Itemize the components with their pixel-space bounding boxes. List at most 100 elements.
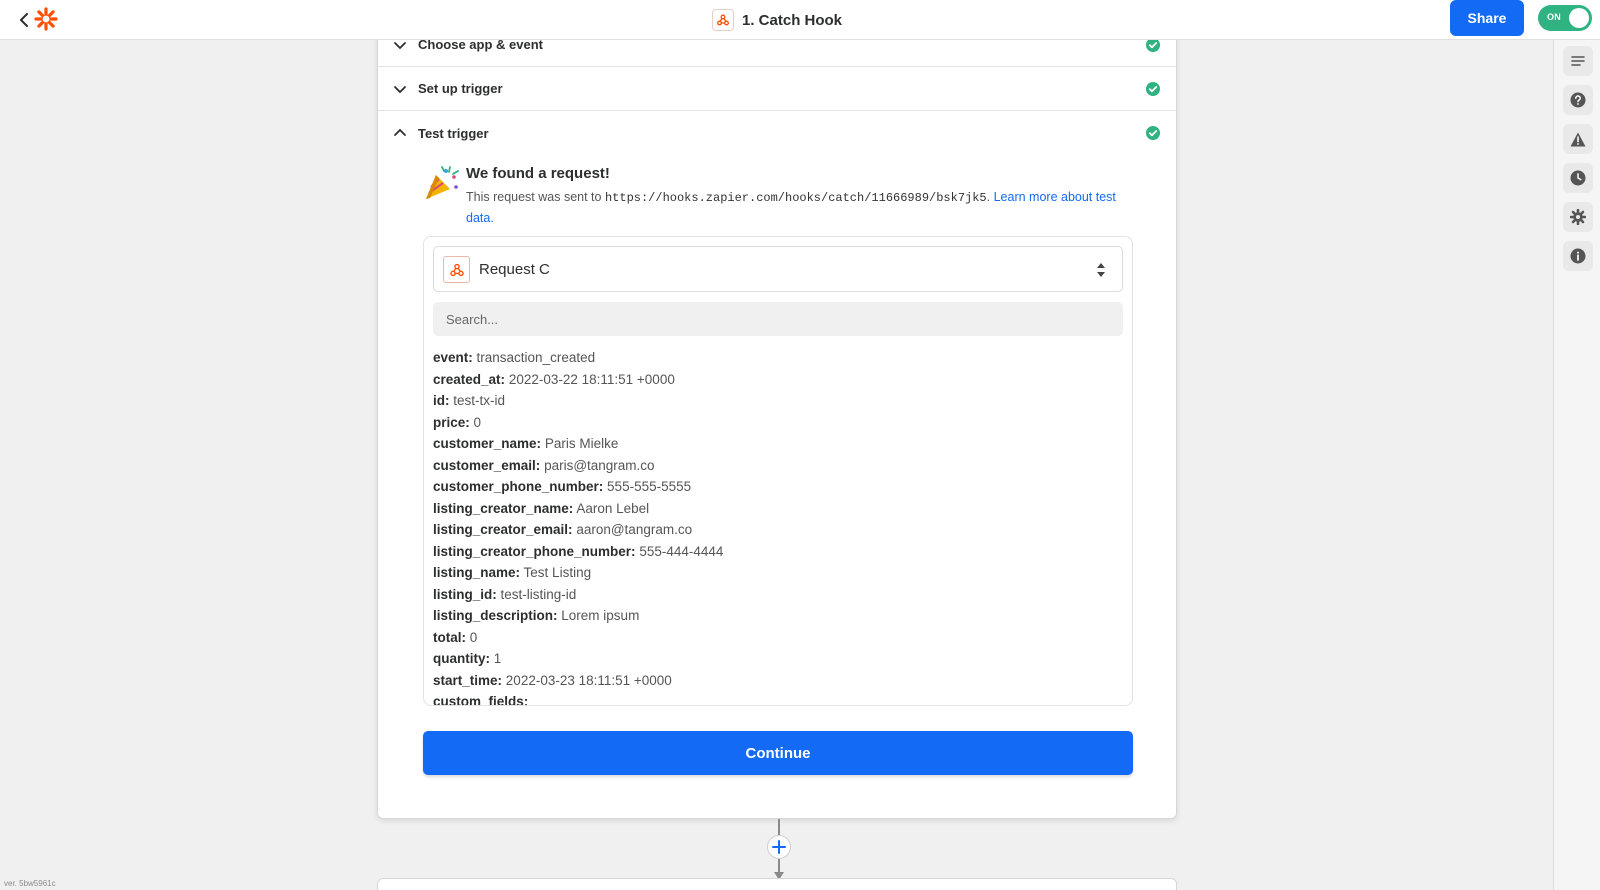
zapier-logo-icon[interactable] (34, 7, 58, 31)
field-key: price: (433, 414, 470, 430)
request-select-value: Request C (479, 261, 550, 278)
chevron-down-icon (394, 86, 406, 94)
field-row: event: transaction_created (433, 347, 1123, 369)
field-value: 1 (493, 651, 502, 666)
toggle-knob (1569, 8, 1589, 28)
field-row: quantity: 1 (433, 648, 1123, 670)
found-desc-text: This request was sent to (466, 190, 602, 204)
details-button[interactable] (1563, 241, 1593, 271)
field-value: test-listing-id (500, 586, 577, 602)
field-value: Lorem ipsum (561, 608, 640, 623)
field-key: listing_name: (433, 565, 521, 580)
search-input[interactable] (433, 302, 1123, 336)
request-fields-list: event: transaction_created created_at: 20… (433, 347, 1123, 706)
check-circle-icon (1146, 38, 1160, 52)
field-row: listing_id: test-listing-id (433, 584, 1123, 606)
outline-button[interactable] (1563, 46, 1593, 76)
help-button[interactable] (1563, 85, 1593, 115)
field-key: custom_fields: (433, 694, 529, 706)
field-key: event: (433, 350, 473, 365)
field-row: listing_creator_phone_number: 555-444-44… (433, 541, 1123, 563)
field-row: custom_fields: (433, 691, 1123, 706)
section-label: Test trigger (418, 125, 489, 141)
field-row: id: test-tx-id (433, 390, 1123, 412)
toggle-label: ON (1547, 12, 1562, 22)
field-key: listing_creator_email: (433, 522, 573, 537)
field-value: paris@tangram.co (544, 457, 655, 473)
history-button[interactable] (1563, 163, 1593, 193)
chevron-left-icon (20, 13, 28, 27)
settings-button[interactable] (1563, 202, 1593, 232)
field-value: 555-555-5555 (607, 479, 692, 494)
field-value: 0 (473, 414, 482, 430)
field-value: 2022-03-22 18:11:51 +0000 (508, 371, 675, 387)
field-row: listing_creator_email: aaron@tangram.co (433, 519, 1123, 541)
section-label: Set up trigger (418, 81, 503, 96)
zap-title[interactable]: 1. Catch Hook (712, 6, 842, 34)
field-value: Test Listing (523, 565, 592, 580)
field-key: start_time: (433, 672, 503, 688)
field-row: customer_name: Paris Mielke (433, 433, 1123, 455)
field-row: created_at: 2022-03-22 18:11:51 +0000 (433, 369, 1123, 391)
share-button[interactable]: Share (1450, 0, 1524, 36)
found-description: This request was sent to https://hooks.z… (466, 187, 1128, 228)
check-circle-icon (1146, 82, 1160, 96)
continue-button[interactable]: Continue (423, 731, 1133, 775)
webhook-url: https://hooks.zapier.com/hooks/catch/116… (604, 191, 987, 205)
plus-icon (772, 840, 786, 854)
warnings-button[interactable] (1563, 124, 1593, 154)
section-test-trigger[interactable]: Test trigger (378, 111, 1176, 155)
field-key: total: (433, 629, 466, 645)
field-row: listing_description: Lorem ipsum (433, 605, 1123, 627)
field-key: listing_creator_name: (433, 500, 574, 516)
field-key: listing_creator_phone_number: (433, 543, 636, 559)
add-step-button[interactable] (767, 835, 791, 859)
field-key: listing_description: (433, 608, 558, 623)
request-data-panel: Request C event: transaction_createdcrea… (423, 236, 1133, 706)
next-step-card[interactable] (377, 878, 1177, 890)
chevron-up-icon (394, 128, 406, 136)
field-value: Paris Mielke (544, 436, 619, 451)
field-key: id: (433, 393, 450, 408)
info-icon (1570, 248, 1586, 264)
field-row: listing_name: Test Listing (433, 562, 1123, 584)
section-set-up-trigger[interactable]: Set up trigger (378, 67, 1176, 111)
connector-line (778, 819, 780, 835)
field-value: 555-444-4444 (639, 543, 724, 559)
field-row: customer_email: paris@tangram.co (433, 455, 1123, 477)
field-row: start_time: 2022-03-23 18:11:51 +0000 (433, 670, 1123, 692)
zap-title-text: 1. Catch Hook (742, 11, 843, 29)
field-value: 2022-03-23 18:11:51 +0000 (505, 672, 672, 688)
found-title: We found a request! (466, 165, 610, 182)
version-label: ver. 5bw5961c (4, 879, 56, 888)
field-row: total: 0 (433, 627, 1123, 649)
found-desc-period: . (986, 190, 991, 204)
top-bar: 1. Catch Hook Share ON (0, 0, 1600, 40)
field-key: customer_phone_number: (433, 479, 604, 494)
field-key: customer_name: (433, 436, 542, 451)
field-value: transaction_created (476, 350, 596, 365)
field-value: aaron@tangram.co (576, 522, 693, 537)
field-key: customer_email: (433, 457, 541, 473)
field-row: customer_phone_number: 555-555-5555 (433, 476, 1123, 498)
check-circle-icon (1146, 126, 1160, 140)
outline-icon (1571, 56, 1585, 66)
right-sidebar (1553, 40, 1600, 890)
webhook-icon (443, 256, 470, 283)
help-icon (1570, 92, 1586, 108)
field-value: test-tx-id (453, 393, 506, 408)
connector-line (778, 859, 780, 873)
field-value: 0 (469, 629, 478, 645)
settings-icon (1570, 209, 1586, 225)
field-row: price: 0 (433, 412, 1123, 434)
party-popper-icon (426, 166, 459, 199)
zap-on-toggle[interactable]: ON (1538, 5, 1592, 31)
field-value: Aaron Lebel (576, 500, 650, 516)
field-key: quantity: (433, 651, 490, 666)
request-select[interactable]: Request C (433, 246, 1123, 292)
back-button[interactable] (14, 8, 34, 32)
field-key: created_at: (433, 371, 506, 387)
field-key: listing_id: (433, 586, 497, 602)
field-row: listing_creator_name: Aaron Lebel (433, 498, 1123, 520)
step-editor-card: Choose app & event Set up trigger Test t… (377, 24, 1177, 819)
